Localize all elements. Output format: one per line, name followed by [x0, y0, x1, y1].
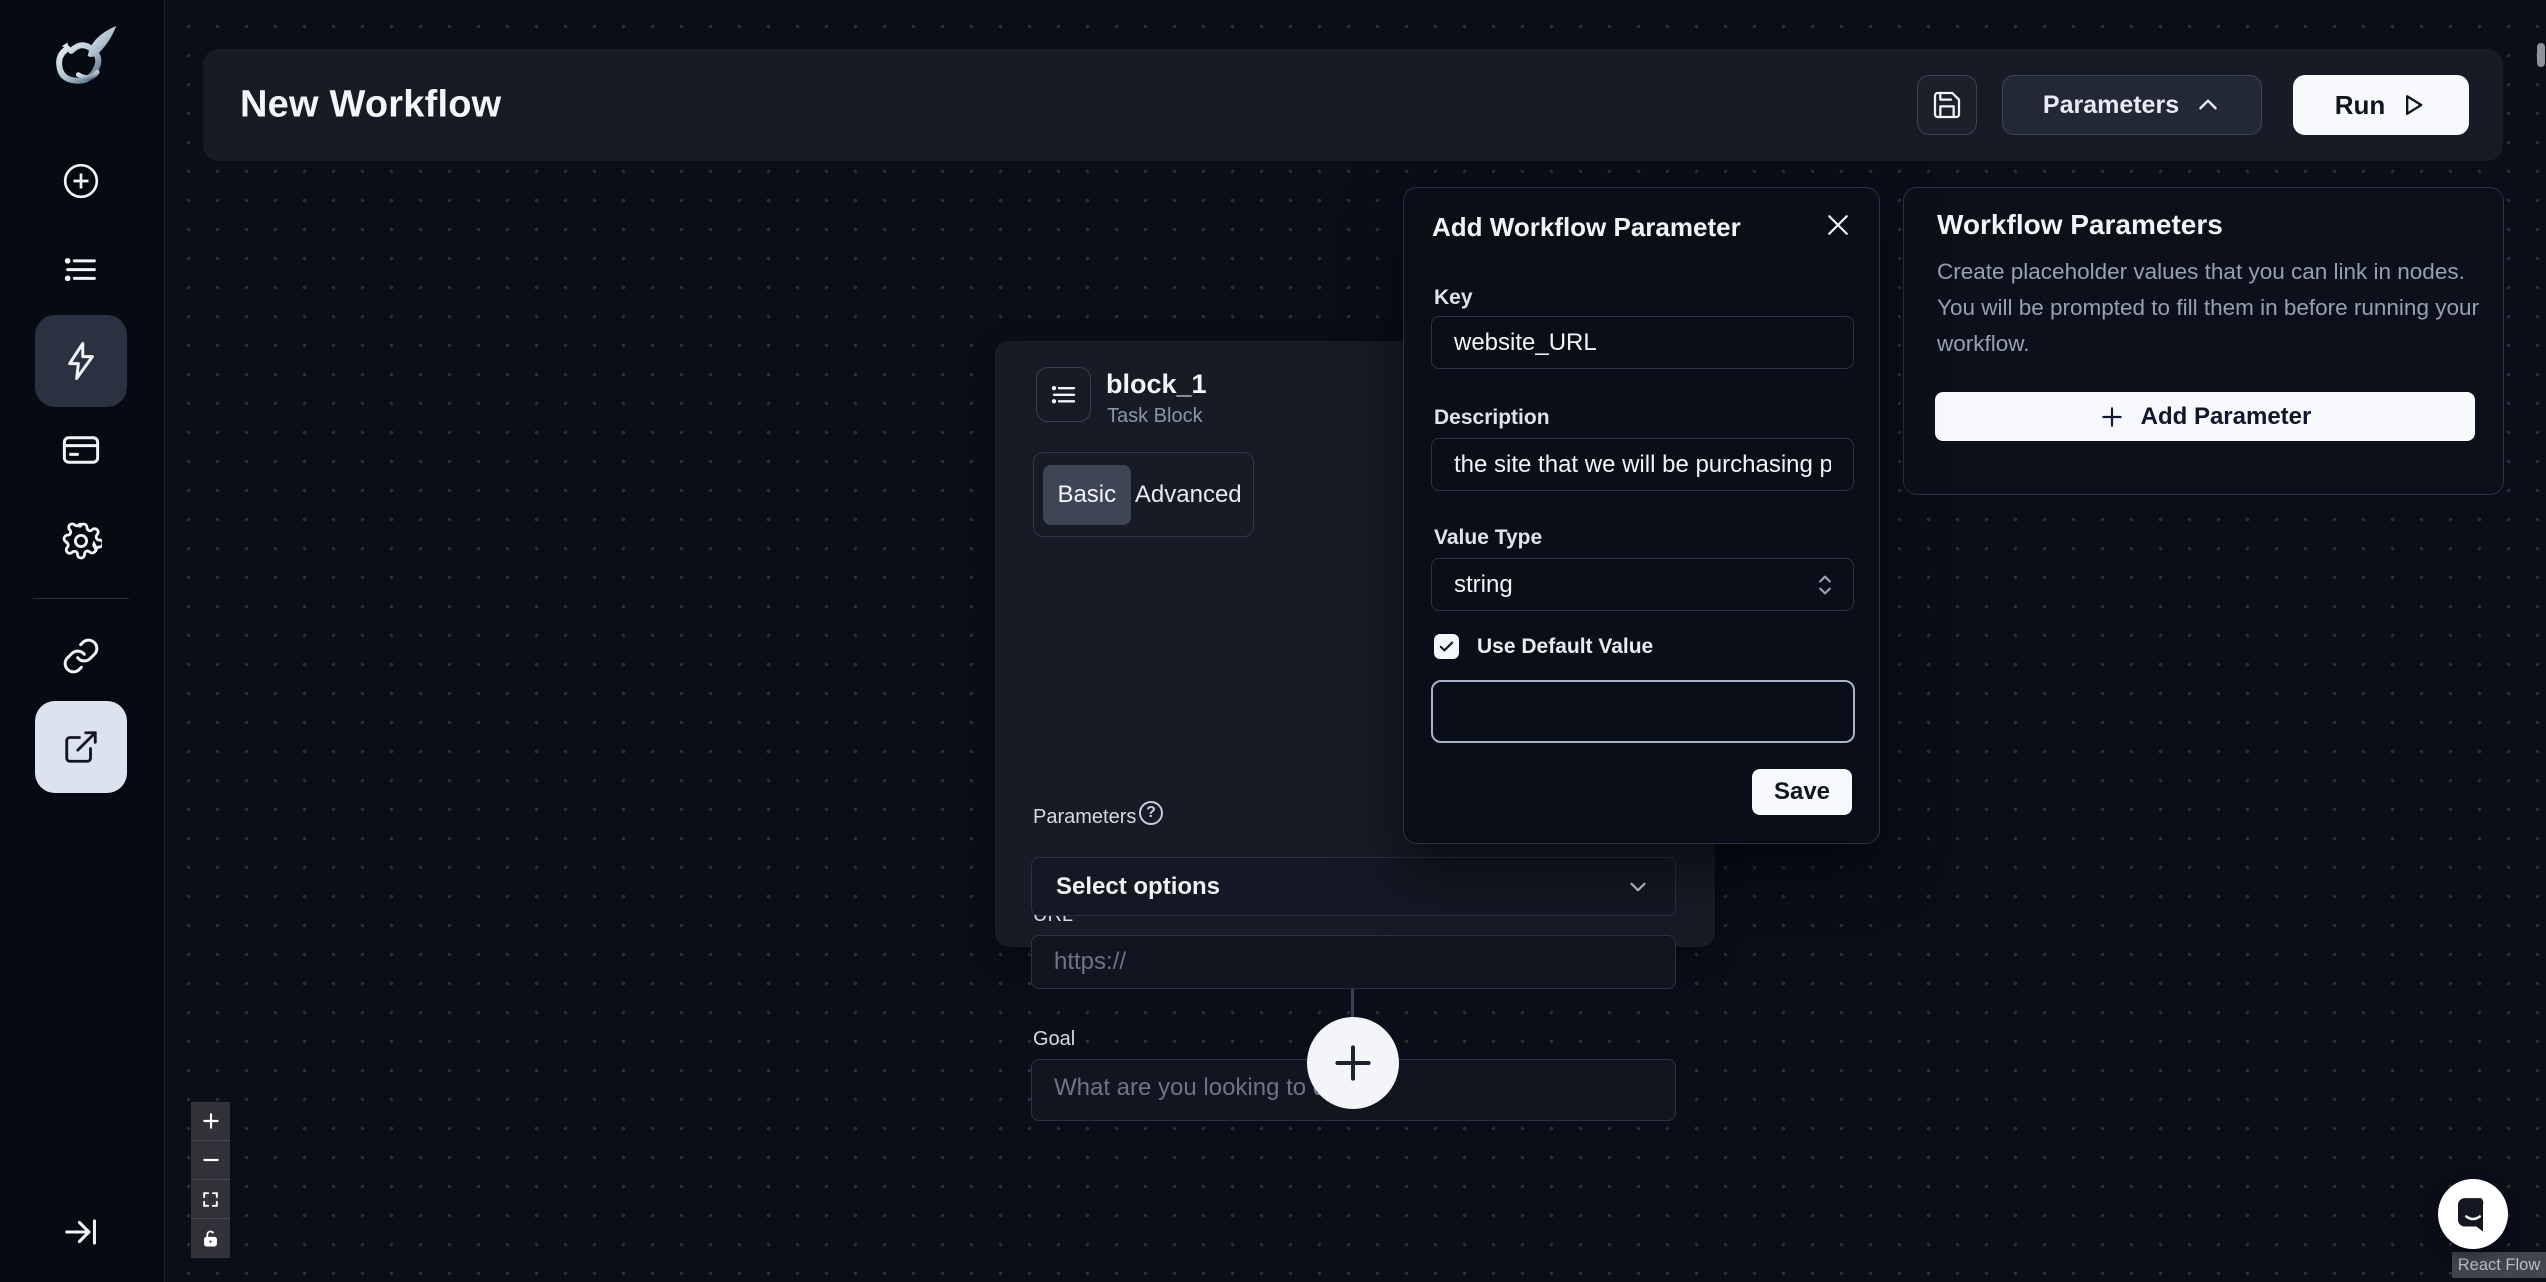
block-icon-box: [1036, 367, 1091, 422]
key-label: Key: [1434, 286, 1473, 310]
goal-label: Goal: [1033, 1028, 1075, 1051]
floppy-disk-icon: [1931, 89, 1963, 121]
chevron-up-down-icon: [1815, 573, 1835, 597]
use-default-row: Use Default Value: [1434, 634, 1653, 659]
check-icon: [1438, 638, 1455, 655]
lightning-icon: [60, 340, 102, 382]
parameters-select-value: Select options: [1056, 873, 1220, 901]
default-value-input[interactable]: [1431, 680, 1855, 743]
sidebar-item-integrations[interactable]: [57, 632, 105, 680]
page-title: New Workflow: [240, 84, 501, 127]
chevron-up-icon: [2195, 92, 2221, 118]
gear-icon: [60, 520, 102, 562]
workflow-editor: New Workflow Parameters Run: [0, 0, 2546, 1282]
minus-icon: [201, 1150, 221, 1170]
flow-controls: [191, 1102, 230, 1258]
plus-icon: [2099, 404, 2125, 430]
block-name: block_1: [1106, 369, 1207, 400]
value-type-select[interactable]: string: [1431, 558, 1854, 611]
fit-view-icon: [201, 1190, 220, 1209]
fit-view-button[interactable]: [191, 1180, 230, 1219]
value-type-value: string: [1454, 571, 1513, 599]
chat-launcher-button[interactable]: [2438, 1179, 2508, 1249]
tab-basic[interactable]: Basic: [1043, 465, 1131, 525]
close-icon: [1823, 210, 1853, 240]
plus-circle-icon: [61, 161, 101, 201]
help-icon[interactable]: ?: [1139, 801, 1163, 825]
description-input[interactable]: [1431, 438, 1854, 491]
save-parameter-button[interactable]: Save: [1752, 769, 1852, 815]
new-workflow-button[interactable]: [57, 157, 105, 205]
add-block-button[interactable]: [1307, 1017, 1399, 1109]
plus-icon: [1328, 1038, 1378, 1088]
sidebar-divider: [33, 598, 129, 599]
credit-card-icon: [60, 429, 102, 471]
add-parameter-label: Add Parameter: [2141, 403, 2312, 431]
zoom-in-button[interactable]: [191, 1102, 230, 1141]
use-default-checkbox[interactable]: [1434, 634, 1459, 659]
react-flow-attribution[interactable]: React Flow: [2452, 1252, 2546, 1278]
parameters-select[interactable]: Select options: [1031, 857, 1676, 916]
vertical-scrollbar[interactable]: [2537, 43, 2545, 67]
workflow-parameters-panel: Workflow Parameters Create placeholder v…: [1903, 187, 2504, 495]
add-parameter-modal: Add Workflow Parameter Key Description V…: [1403, 187, 1880, 844]
save-workflow-button[interactable]: [1917, 75, 1977, 135]
sidebar-item-settings[interactable]: [57, 517, 105, 565]
sidebar: [0, 0, 165, 1282]
sidebar-item-external[interactable]: [35, 701, 127, 793]
parameters-label: Parameters: [1033, 806, 1136, 829]
skyvern-dragon-logo[interactable]: [45, 22, 121, 106]
tab-advanced[interactable]: Advanced: [1133, 465, 1244, 525]
list-icon: [1049, 380, 1079, 410]
close-button[interactable]: [1821, 208, 1855, 242]
parameters-toggle-button[interactable]: Parameters: [2002, 75, 2262, 135]
link-icon: [61, 636, 101, 676]
zoom-out-button[interactable]: [191, 1141, 230, 1180]
external-link-icon: [62, 728, 100, 766]
lock-icon: [201, 1229, 220, 1248]
use-default-label: Use Default Value: [1477, 635, 1653, 659]
sidebar-item-billing[interactable]: [57, 426, 105, 474]
sidebar-collapse-button[interactable]: [57, 1208, 105, 1256]
panel-title: Workflow Parameters: [1937, 209, 2223, 241]
run-workflow-button[interactable]: Run: [2293, 75, 2469, 135]
messenger-icon: [2453, 1193, 2493, 1235]
modal-title: Add Workflow Parameter: [1432, 212, 1741, 243]
run-button-label: Run: [2335, 90, 2386, 121]
panel-description: Create placeholder values that you can l…: [1937, 254, 2485, 362]
key-input[interactable]: [1431, 316, 1854, 369]
collapse-arrow-icon: [62, 1213, 100, 1251]
list-icon: [61, 250, 101, 290]
sidebar-item-runs[interactable]: [57, 246, 105, 294]
block-type-label: Task Block: [1107, 405, 1203, 428]
add-parameter-button[interactable]: Add Parameter: [1935, 392, 2475, 441]
play-icon: [2399, 91, 2427, 119]
sidebar-item-workflows[interactable]: [35, 315, 127, 407]
description-label: Description: [1434, 406, 1550, 430]
url-input[interactable]: [1031, 935, 1676, 989]
value-type-label: Value Type: [1434, 526, 1542, 550]
lock-button[interactable]: [191, 1219, 230, 1258]
chevron-down-icon: [1625, 874, 1651, 900]
workflow-header: New Workflow Parameters Run: [203, 49, 2503, 161]
plus-icon: [201, 1111, 221, 1131]
parameters-button-label: Parameters: [2043, 91, 2179, 120]
block-tabs: Basic Advanced: [1033, 452, 1254, 537]
